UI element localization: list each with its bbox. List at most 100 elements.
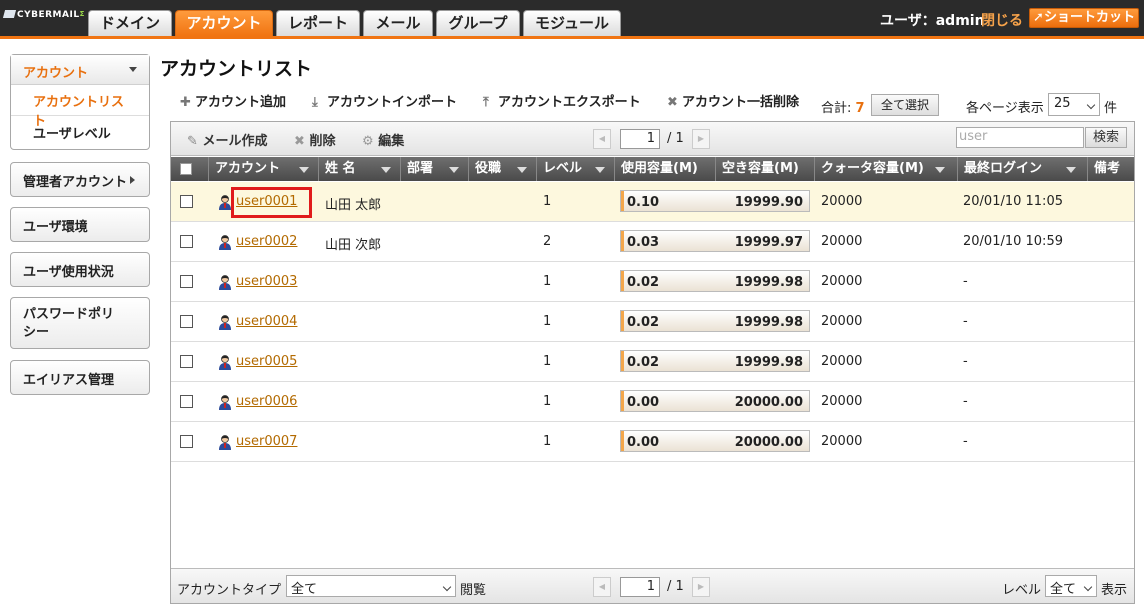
account-link[interactable]: user0005 [236,354,297,369]
level-cell: 1 [543,354,552,369]
search-button[interactable]: 検索 [1085,127,1127,148]
column-label: レベル [543,161,583,176]
table-row[interactable]: user0003 1 0.02 19999.98 20000 - [171,262,1134,302]
column-label: クォータ容量(M) [821,161,924,176]
bulk-delete-button[interactable]: ✖ アカウント一括削除 [667,91,799,110]
sidebar-account-heading[interactable]: アカウント [11,55,149,85]
search-input[interactable]: user [956,127,1084,148]
import-account-button[interactable]: ⤓ アカウントインポート [312,91,457,110]
tab-module[interactable]: モジュール [523,10,621,36]
last-login-cell: - [963,434,968,449]
per-page-select[interactable]: 25 [1048,93,1100,116]
select-all-checkbox[interactable] [180,163,192,175]
name-cell: 山田 次郎 [325,238,382,253]
per-page-label: 各ページ表示 [966,101,1044,116]
last-login-cell: 20/01/10 10:59 [963,234,1063,249]
account-link[interactable]: user0006 [236,394,297,409]
table-row[interactable]: user0006 1 0.00 20000.00 20000 - [171,382,1134,422]
account-link[interactable]: user0002 [236,234,297,249]
row-checkbox[interactable] [180,235,193,248]
level-select[interactable]: 全て [1045,575,1097,597]
next-page-icon[interactable]: ▶ [692,577,710,597]
user-icon [219,235,231,250]
used-value: 0.02 [627,315,660,330]
tab-mail[interactable]: メール [363,10,433,36]
column-level[interactable]: レベル [537,157,615,181]
prev-page-icon[interactable]: ◀ [593,577,611,597]
chevron-down-icon [1083,582,1093,592]
row-checkbox[interactable] [180,275,193,288]
tab-domain[interactable]: ドメイン [88,10,172,36]
sidebar-item-account-list[interactable]: アカウントリスト [11,85,149,129]
used-value: 0.02 [627,355,660,370]
column-name[interactable]: 姓 名 [319,157,401,181]
level-label: レベル [1002,583,1042,598]
row-checkbox[interactable] [180,435,193,448]
column-free[interactable]: 空き容量(M) [716,157,815,181]
table-row[interactable]: user0001 山田 太郎 1 0.10 19999.90 20000 20/01/10 … [171,182,1134,222]
sidebar-item-password-policy[interactable]: パスワードポリシー [10,297,150,349]
free-value: 19999.90 [734,195,803,210]
row-checkbox[interactable] [180,315,193,328]
column-label: アカウント [215,161,281,176]
user-icon [219,395,231,410]
edit-label: 編集 [378,134,405,149]
used-value: 0.00 [627,435,660,450]
shortcut-arrow-icon: ➚ [1033,10,1044,25]
column-position[interactable]: 役職 [469,157,537,181]
usage-fill [621,391,624,411]
shortcut-button[interactable]: ➚ショートカット [1029,8,1139,28]
bottom-pager: ◀ 1 / 1 ▶ [593,577,713,597]
column-account[interactable]: アカウント [209,157,319,181]
sidebar-item-user-env[interactable]: ユーザ環境 [10,207,150,242]
column-notes[interactable]: 備考 [1088,157,1134,181]
column-department[interactable]: 部署 [401,157,469,181]
account-link[interactable]: user0004 [236,314,297,329]
row-checkbox[interactable] [180,395,193,408]
table-row[interactable]: user0007 1 0.00 20000.00 20000 - [171,422,1134,462]
sidebar-item-label: 管理者アカウント [23,175,128,190]
select-all-button[interactable]: 全て選択 [871,94,939,116]
chevron-down-icon [1086,100,1096,110]
sidebar-item-user-level[interactable]: ユーザレベル [11,117,149,148]
tab-report[interactable]: レポート [276,10,360,36]
export-account-button[interactable]: ⤒ アカウントエクスポート [483,91,641,110]
next-page-icon[interactable]: ▶ [692,129,710,149]
usage-bar: 0.03 19999.97 [620,230,810,252]
sidebar-item-admin-account[interactable]: 管理者アカウント [10,162,150,197]
level-cell: 1 [543,314,552,329]
logout-link[interactable]: 閉じる [981,10,1023,30]
account-link[interactable]: user0007 [236,434,297,449]
edit-button[interactable]: ⚙ 編集 [362,130,404,149]
grid-toolbar: ✎ メール作成 ✖ 削除 ⚙ 編集 ◀ 1 / 1 ▶ user 検索 [171,122,1134,156]
usage-fill [621,311,624,331]
row-checkbox[interactable] [180,195,193,208]
logo-text: CYBERMAIL [17,10,80,20]
table-row[interactable]: user0004 1 0.02 19999.98 20000 - [171,302,1134,342]
page-input[interactable]: 1 [620,129,660,149]
column-quota[interactable]: クォータ容量(M) [815,157,958,181]
row-checkbox[interactable] [180,355,193,368]
tab-group[interactable]: グループ [436,10,520,36]
page-input[interactable]: 1 [620,577,660,597]
free-value: 19999.98 [734,355,803,370]
account-type-select[interactable]: 全て [286,575,456,597]
account-type-value: 全て [291,582,318,597]
pencil-icon: ✎ [187,134,198,149]
account-link[interactable]: user0003 [236,274,297,289]
tab-account[interactable]: アカウント [175,10,273,36]
prev-page-icon[interactable]: ◀ [593,129,611,149]
compose-mail-button[interactable]: ✎ メール作成 [187,130,267,149]
column-last-login[interactable]: 最終ログイン [958,157,1088,181]
table-row[interactable]: user0005 1 0.02 19999.98 20000 - [171,342,1134,382]
delete-button[interactable]: ✖ 削除 [294,130,335,149]
level-cell: 1 [543,194,552,209]
user-icon [219,355,231,370]
usage-fill [621,231,624,251]
sidebar-item-user-usage[interactable]: ユーザ使用状況 [10,252,150,287]
table-row[interactable]: user0002 山田 次郎 2 0.03 19999.97 20000 20/01/10 … [171,222,1134,262]
sidebar-item-alias[interactable]: エイリアス管理 [10,360,150,395]
column-used[interactable]: 使用容量(M) [615,157,716,181]
name-cell: 山田 太郎 [325,198,382,213]
add-account-button[interactable]: ✚ アカウント追加 [180,91,286,110]
